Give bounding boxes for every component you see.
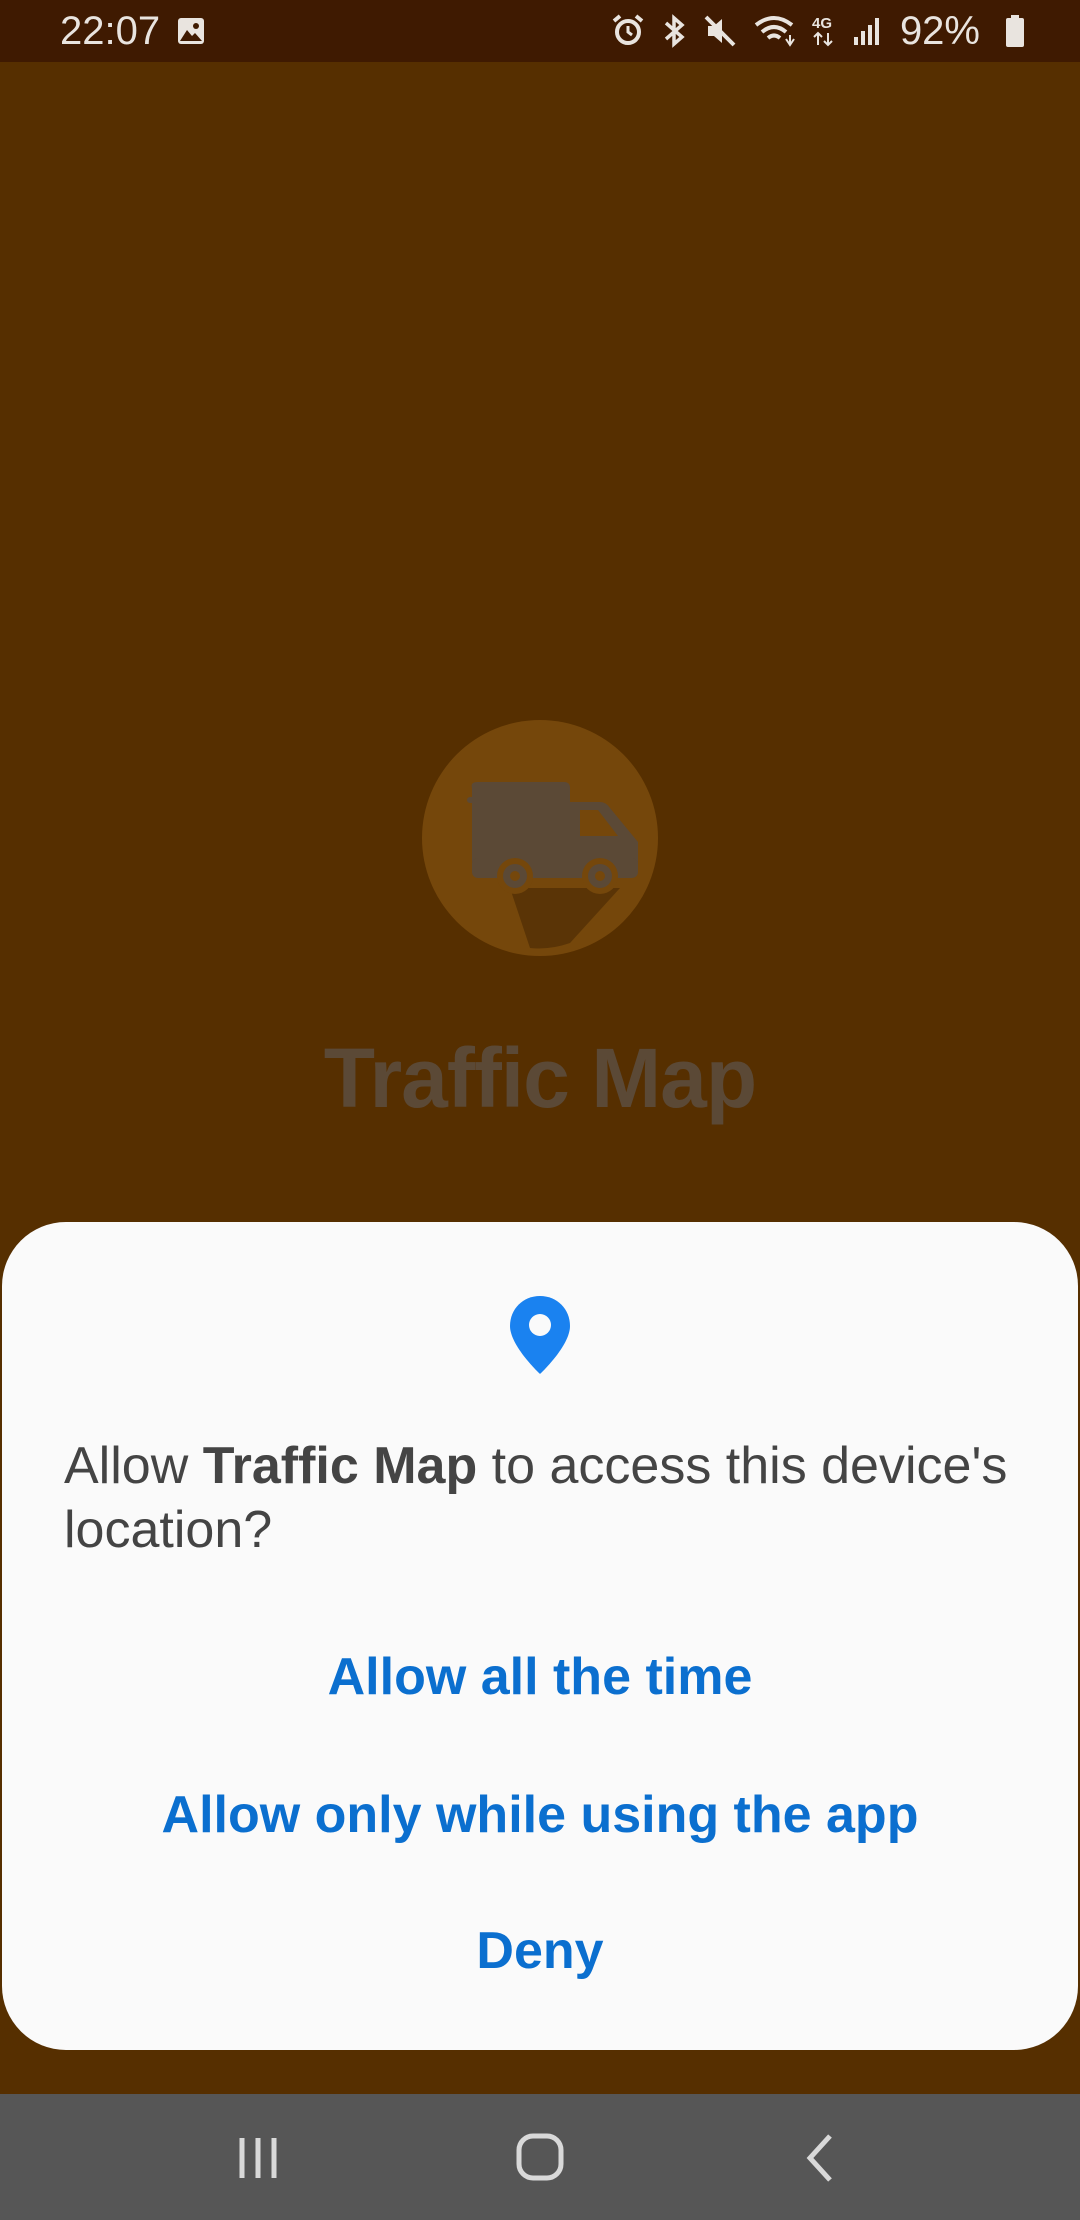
- deny-button[interactable]: Deny: [2, 1896, 1078, 2006]
- message-prefix: Allow: [64, 1437, 203, 1495]
- mute-icon: [704, 15, 736, 47]
- app-logo: [420, 718, 660, 958]
- location-permission-dialog: Allow Traffic Map to access this device'…: [2, 1222, 1078, 2050]
- svg-text:4G: 4G: [812, 15, 832, 32]
- status-icons: 4G 92%: [596, 8, 1026, 54]
- alarm-icon: [612, 14, 644, 45]
- navigation-bar: [0, 2094, 1080, 2220]
- wifi-icon: [754, 16, 795, 47]
- allow-all-the-time-button[interactable]: Allow all the time: [2, 1622, 1078, 1732]
- bluetooth-icon: [664, 14, 685, 48]
- app-title: Traffic Map: [323, 1031, 757, 1125]
- dialog-message: Allow Traffic Map to access this device'…: [64, 1434, 1024, 1562]
- back-icon: [806, 2134, 832, 2182]
- battery-icon: [1006, 15, 1024, 47]
- allow-while-using-button[interactable]: Allow only while using the app: [2, 1760, 1078, 1870]
- status-bar: 22:07 4G 92%: [0, 0, 1080, 62]
- home-icon: [516, 2133, 564, 2181]
- recents-button[interactable]: [208, 2130, 308, 2186]
- signal-icon: [853, 18, 879, 45]
- message-app-name: Traffic Map: [202, 1437, 478, 1495]
- battery-percent: 92%: [899, 8, 980, 53]
- home-button[interactable]: [490, 2130, 590, 2186]
- back-button[interactable]: [772, 2130, 872, 2186]
- gallery-icon: [176, 16, 206, 51]
- status-time: 22:07: [60, 9, 161, 53]
- delivery-truck-icon: [422, 720, 658, 956]
- recents-icon: [239, 2138, 277, 2178]
- location-pin-icon: [508, 1294, 572, 1381]
- mobile-data-icon: 4G: [812, 15, 833, 47]
